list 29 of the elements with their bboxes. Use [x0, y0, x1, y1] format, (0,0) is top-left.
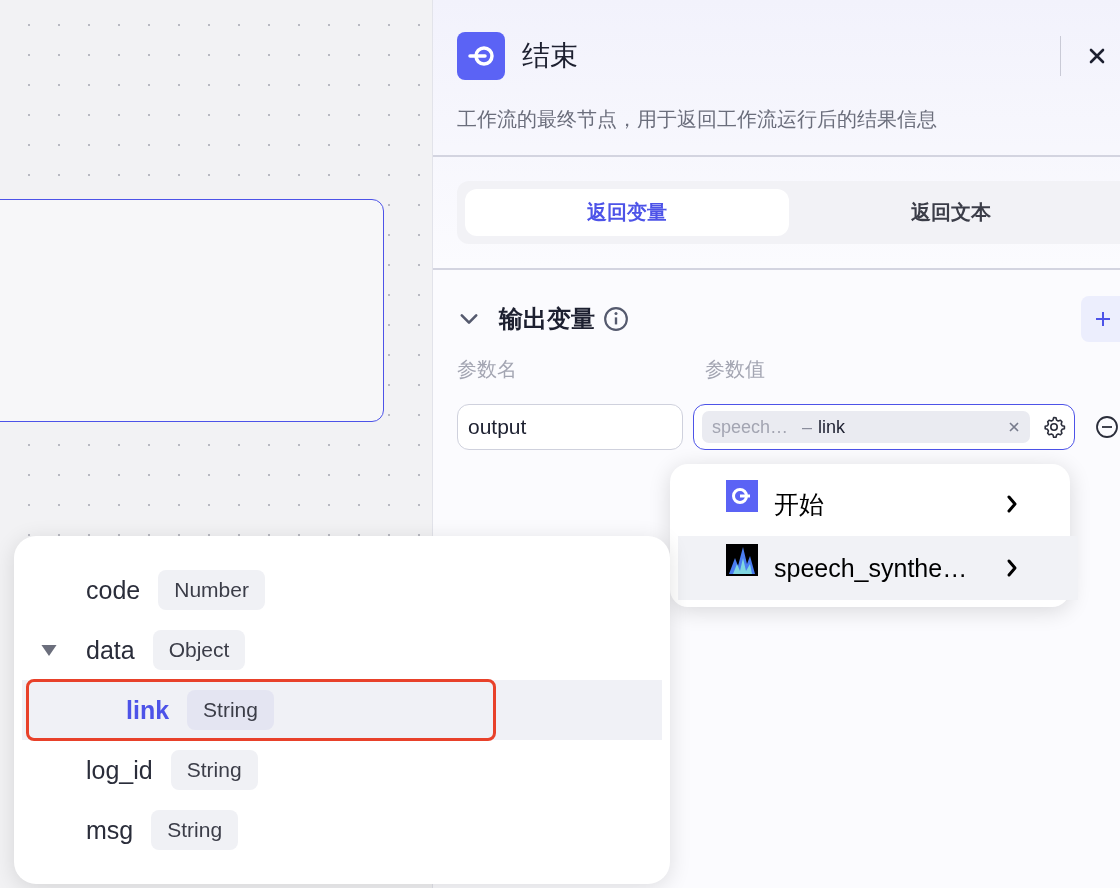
field-name: log_id: [86, 755, 153, 785]
node-menu-item[interactable]: 开始: [670, 472, 1070, 536]
param-name-field[interactable]: output: [457, 404, 683, 450]
tab[interactable]: 返回变量: [465, 189, 789, 236]
field-tree-row[interactable]: code Number: [22, 560, 662, 620]
field-tree-row[interactable]: log_id String: [22, 740, 662, 800]
field-tree-row[interactable]: msg String: [22, 800, 662, 860]
field-type: String: [187, 690, 274, 730]
field-type: Number: [158, 570, 265, 610]
panel-title: 结束: [522, 39, 578, 73]
panel-description: 工作流的最终节点，用于返回工作流运行后的结果信息: [456, 107, 938, 132]
tag-field: link: [818, 416, 846, 438]
field-name: code: [86, 575, 141, 605]
field-tree-row[interactable]: link String: [22, 680, 662, 740]
tag-source: speech…: [712, 416, 789, 438]
column-label: 参数名: [457, 357, 518, 382]
tag-separator: –: [802, 416, 813, 438]
node-menu-item[interactable]: speech_synthe…: [678, 536, 1078, 600]
field-type: String: [170, 750, 258, 790]
field-name: link: [126, 695, 170, 725]
tab[interactable]: 返回文本: [789, 189, 1113, 236]
column-label: 参数值: [705, 357, 765, 382]
field-type: Object: [152, 630, 246, 670]
field-tree-row[interactable]: data Object: [22, 620, 662, 680]
param-value-field[interactable]: speech… – link: [693, 404, 1075, 450]
field-name: data: [86, 635, 135, 665]
section-title: 输出变量: [499, 304, 595, 334]
field-type: String: [151, 810, 239, 850]
field-name: msg: [86, 815, 134, 845]
